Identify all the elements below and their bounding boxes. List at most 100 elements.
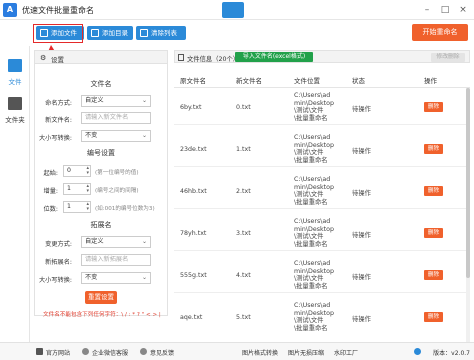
cell-original-name: aqe.txt (180, 314, 203, 321)
delete-row-button[interactable]: 删除 (424, 312, 443, 322)
start-stepper[interactable]: 0 ▴ ▾ (63, 165, 91, 177)
import-excel-button[interactable]: 导入文件名(excel格式) (235, 52, 313, 62)
digits-stepper[interactable]: 1 ▴ ▾ (63, 201, 91, 213)
column-header-new: 新文件名 (236, 77, 262, 85)
start-rename-button[interactable]: 开始重命名 (412, 24, 468, 41)
table-row[interactable]: aqe.txt 5.txt C:\Users\ad min\Desktop \测试\… (174, 300, 470, 342)
cell-original-name: 78yh.txt (180, 230, 207, 237)
maximize-icon[interactable]: □ (438, 3, 452, 17)
cell-new-name: 4.txt (236, 272, 251, 279)
highlight-box (33, 24, 83, 43)
badge-icon (222, 2, 244, 18)
gear-icon: ⚙ (40, 54, 47, 62)
case-label: 大小写转换: (38, 135, 72, 142)
nav-item-folder[interactable]: 文件夹 (0, 92, 30, 126)
clear-list-button[interactable]: 清除列表 (136, 26, 186, 40)
naming-mode-select[interactable]: 自定义 ⌄ (81, 95, 151, 107)
chevron-down-icon: ⌄ (141, 97, 147, 104)
digits-hint: (如:001的编号位数为3) (95, 206, 155, 212)
spinner-arrows-icon[interactable]: ▴ ▾ (86, 184, 89, 194)
add-directory-button[interactable]: 添加目录 (87, 26, 133, 40)
column-header-action: 操作 (424, 77, 437, 85)
ext-mode-select[interactable]: 自定义 ⌄ (81, 236, 151, 248)
image-convert-link[interactable]: 图片格式转换 (242, 348, 278, 357)
delete-row-button[interactable]: 删除 (424, 144, 443, 154)
cell-status: 待操作 (352, 232, 371, 239)
spinner-arrows-icon[interactable]: ▴ ▾ (86, 166, 89, 176)
new-name-input[interactable]: 请输入新文件名 (81, 112, 151, 124)
clear-list-label: 清除列表 (151, 29, 177, 37)
cell-original-name: 555g.txt (180, 272, 207, 279)
edit-delete-button[interactable]: 修改删除 (431, 53, 465, 62)
add-directory-label: 添加目录 (102, 29, 128, 37)
case-value: 不变 (85, 132, 98, 139)
section-title-number: 编号设置 (87, 149, 115, 157)
nav-item-folder-label: 文件夹 (5, 116, 25, 124)
official-website-link[interactable]: 官方网站 (46, 348, 70, 357)
delete-row-button[interactable]: 删除 (424, 186, 443, 196)
file-list-panel: 文件信息（20个） 导入文件名(excel格式) 修改删除 原文件名 新文件名 … (174, 50, 470, 342)
image-compress-link[interactable]: 图片无损压缩 (288, 348, 324, 357)
toolbar: 添加文件 添加目录 清除列表 开始重命名 (30, 20, 474, 46)
new-ext-label: 新拓展名: (45, 259, 72, 266)
cell-location: C:\Users\ad min\Desktop \测试\文件 \批量重命名 (294, 176, 334, 206)
vertical-scrollbar[interactable] (466, 88, 470, 342)
table-row[interactable]: 23de.txt 1.txt C:\Users\ad min\Desktop \测试… (174, 132, 470, 167)
nav-item-file-label: 文件 (8, 78, 22, 86)
close-icon[interactable]: × (456, 3, 470, 17)
new-ext-input[interactable]: 请输入新拓展名 (81, 254, 151, 266)
table-row[interactable]: 46hb.txt 2.txt C:\Users\ad min\Desktop \测试… (174, 174, 470, 209)
reset-settings-button[interactable]: 重置设置 (85, 291, 117, 304)
naming-mode-label: 命名方式: (45, 100, 72, 107)
cell-new-name: 2.txt (236, 188, 251, 195)
step-hint: (编号之间的间隔) (95, 188, 139, 194)
side-navigation: 文件 文件夹 (0, 46, 30, 342)
feedback-link[interactable]: 意见反馈 (150, 348, 174, 357)
wechat-icon (82, 348, 89, 355)
document-icon (178, 54, 184, 61)
cell-status: 待操作 (352, 190, 371, 197)
settings-title: 设置 (51, 56, 64, 64)
table-row[interactable]: 6by.txt 0.txt C:\Users\ad min\Desktop \测试\… (174, 90, 470, 125)
nav-item-file[interactable]: 文件 (0, 54, 30, 88)
delete-row-button[interactable]: 删除 (424, 102, 443, 112)
digits-value: 1 (67, 203, 71, 210)
step-stepper[interactable]: 1 ▴ ▾ (63, 183, 91, 195)
delete-row-button[interactable]: 删除 (424, 228, 443, 238)
title-bar: A 优速文件批量重命名 – □ × (0, 0, 474, 20)
case-select[interactable]: 不变 ⌄ (81, 130, 151, 142)
cell-original-name: 23de.txt (180, 146, 207, 153)
spinner-arrows-icon[interactable]: ▴ ▾ (86, 202, 89, 212)
file-count-title: 文件信息（20个） (187, 56, 240, 63)
start-hint: (第一位编号的值) (95, 170, 139, 176)
file-list-header: 文件信息（20个） 导入文件名(excel格式) 修改删除 (174, 50, 470, 63)
start-value: 0 (67, 167, 71, 174)
cell-original-name: 6by.txt (180, 104, 202, 111)
app-window: A 优速文件批量重命名 – □ × 添加文件 添加目录 清除列表 开始重命名 文… (0, 0, 474, 360)
column-header-original: 原文件名 (180, 77, 206, 85)
step-value: 1 (67, 185, 71, 192)
cell-status: 待操作 (352, 106, 371, 113)
naming-mode-value: 自定义 (85, 97, 104, 104)
cell-location: C:\Users\ad min\Desktop \测试\文件 \批量重命名 (294, 134, 334, 164)
watermark-link[interactable]: 水印工厂 (334, 348, 358, 357)
table-row[interactable]: 555g.txt 4.txt C:\Users\ad min\Desktop \测试… (174, 258, 470, 293)
scrollbar-thumb[interactable] (466, 88, 470, 278)
cell-location: C:\Users\ad min\Desktop \测试\文件 \批量重命名 (294, 92, 334, 122)
feedback-icon (140, 348, 147, 355)
chevron-down-icon: ⌄ (141, 274, 147, 281)
wechat-support-link[interactable]: 企业微信客服 (92, 348, 128, 357)
delete-row-button[interactable]: 删除 (424, 270, 443, 280)
ext-case-select[interactable]: 不变 ⌄ (81, 272, 151, 284)
cell-new-name: 1.txt (236, 146, 251, 153)
minimize-icon[interactable]: – (420, 3, 434, 17)
cell-new-name: 5.txt (236, 314, 251, 321)
settings-header: ⚙ 设置 (35, 51, 167, 64)
table-header: 原文件名 新文件名 文件位置 状态 操作 (174, 70, 470, 88)
cell-location: C:\Users\ad min\Desktop \测试\文件 \批量重命名 (294, 218, 334, 248)
app-logo-icon: A (3, 3, 17, 17)
table-row[interactable]: 78yh.txt 3.txt C:\Users\ad min\Desktop \测试… (174, 216, 470, 251)
cell-status: 待操作 (352, 274, 371, 281)
section-title-filename: 文件名 (90, 80, 112, 88)
ext-mode-value: 自定义 (85, 238, 104, 245)
